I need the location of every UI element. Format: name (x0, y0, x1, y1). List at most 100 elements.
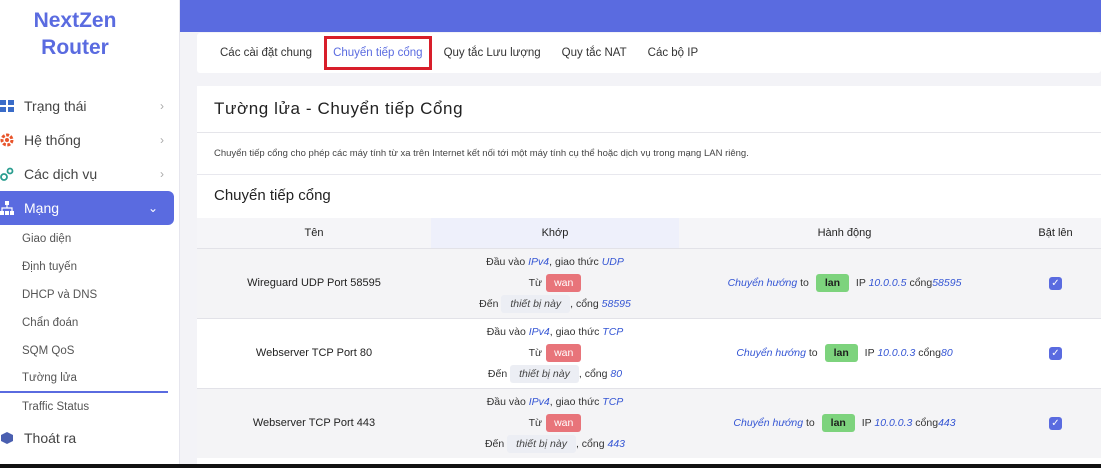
header-enable: Bật lên (1010, 218, 1101, 248)
label-from: Từ (528, 346, 543, 359)
dest-port-value: 80 (940, 347, 953, 359)
gear-icon (0, 133, 18, 147)
external-port-value: 58595 (601, 297, 631, 310)
label-incoming: Đầu vào (486, 255, 526, 268)
label-redirect: Chuyển hướng (727, 277, 798, 289)
nav-item-system[interactable]: Hệ thống › (0, 123, 180, 157)
network-submenu: Giao diện Định tuyến DHCP và DNS Chẩn đo… (0, 225, 180, 421)
destination-badge: thiết bị này (510, 364, 579, 383)
page-description: Chuyển tiếp cổng cho phép các máy tính t… (214, 148, 749, 159)
nav-label-services: Các dịch vụ (24, 166, 98, 182)
dest-port-value: 58595 (932, 277, 962, 289)
rule-enable: ✓ (1010, 317, 1101, 388)
nav-item-logout[interactable]: Thoát ra (0, 421, 180, 455)
chevron-right-icon: › (160, 133, 164, 147)
header-action: Hành động (679, 218, 1010, 248)
port-forwards-section: Chuyển tiếp cổng Tên Khớp Hành động Bật … (197, 174, 1101, 468)
rule-enable: ✓ (1010, 247, 1101, 318)
rule-enable: ✓ (1010, 387, 1101, 458)
submenu-dhcp-dns[interactable]: DHCP và DNS (0, 281, 180, 309)
label-to: Đến (484, 437, 505, 450)
label-protocol: , giao thức (549, 255, 599, 268)
main-nav: Trạng thái › Hệ thống › Các dịch vụ › Mạ… (0, 89, 180, 455)
brand-logo: NextZen Router (0, 0, 150, 61)
port-forwards-table: Tên Khớp Hành động Bật lên Wireguard UDP… (197, 218, 1101, 458)
divider (197, 132, 1101, 133)
rule-match: Đầu vào IPv4, giao thức UDP Từ wan Đến th… (431, 247, 679, 318)
label-redirect: Chuyển hướng (736, 347, 806, 359)
label-to-word: to (808, 347, 818, 359)
nav-item-services[interactable]: Các dịch vụ › (0, 157, 180, 191)
protocol-value: UDP (601, 255, 624, 268)
bottom-edge (0, 464, 1101, 468)
rule-action: Chuyển hướng to lan IP 10.0.0.5 cổng5859… (679, 247, 1010, 318)
label-ip: IP (855, 277, 866, 289)
label-port-word: cổng (909, 277, 933, 289)
dest-zone-badge: lan (824, 344, 858, 362)
submenu-firewall[interactable]: Tường lửa (0, 365, 168, 393)
source-zone-badge: wan (546, 413, 582, 432)
submenu-interfaces[interactable]: Giao diện (0, 225, 180, 253)
label-ip: IP (864, 347, 875, 359)
dest-zone-badge: lan (821, 414, 855, 433)
destination-badge: thiết bị này (501, 294, 571, 313)
nav-item-status[interactable]: Trạng thái › (0, 89, 180, 123)
chevron-down-icon: ⌄ (147, 201, 158, 215)
label-from: Từ (528, 416, 543, 429)
nav-item-network[interactable]: Mạng ⌄ (0, 191, 174, 225)
dest-zone-badge: lan (815, 274, 849, 292)
protocol-value: TCP (602, 325, 624, 338)
label-incoming: Đầu vào (486, 395, 526, 408)
tab-port-forwards[interactable]: Chuyển tiếp cổng (324, 36, 432, 70)
nav-label-system: Hệ thống (24, 132, 81, 148)
brand-line2: Router (41, 36, 109, 59)
sidebar: NextZen Router Trạng thái › Hệ thống › C… (0, 0, 180, 468)
rule-match: Đầu vào IPv4, giao thức TCP Từ wan Đến th… (431, 317, 679, 388)
submenu-diagnostics[interactable]: Chẩn đoán (0, 309, 180, 337)
protocol-value: TCP (602, 395, 624, 408)
label-port-word: cổng (918, 347, 941, 359)
label-to-word: to (800, 277, 809, 289)
rule-name: Webserver TCP Port 80 (197, 317, 431, 388)
label-incoming: Đầu vào (486, 325, 526, 338)
chevron-right-icon: › (160, 167, 164, 181)
family-value: IPv4 (528, 325, 550, 338)
destination-badge: thiết bị này (507, 434, 576, 453)
top-bar (180, 0, 1101, 32)
source-zone-badge: wan (546, 343, 582, 362)
enable-checkbox[interactable]: ✓ (1049, 276, 1062, 290)
nav-label-status: Trạng thái (24, 98, 87, 114)
enable-checkbox[interactable]: ✓ (1049, 416, 1062, 430)
header-match: Khớp (431, 218, 679, 248)
submenu-traffic-status[interactable]: Traffic Status (0, 393, 180, 421)
brand-line1: NextZen (33, 9, 117, 32)
tab-bar: Các cài đặt chung Chuyển tiếp cổng Quy t… (197, 33, 1101, 73)
header-name: Tên (197, 218, 431, 248)
rule-action: Chuyển hướng to lan IP 10.0.0.3 cổng80 (679, 317, 1010, 388)
family-value: IPv4 (528, 255, 550, 268)
network-icon (0, 201, 18, 215)
external-port-value: 443 (607, 437, 626, 450)
submenu-sqm-qos[interactable]: SQM QoS (0, 337, 180, 365)
dest-ip-value: 10.0.0.5 (868, 277, 907, 289)
tab-ip-sets[interactable]: Các bộ IP (648, 47, 699, 59)
table-row[interactable]: Webserver TCP Port 80 Đầu vào IPv4, giao… (197, 317, 1101, 388)
rule-name: Webserver TCP Port 443 (197, 387, 431, 458)
dashboard-icon (0, 100, 18, 112)
page-header: Tường lửa - Chuyển tiếp Cổng Chuyển tiếp… (197, 86, 1101, 174)
label-redirect: Chuyển hướng (733, 417, 804, 430)
label-protocol: , giao thức (549, 325, 600, 338)
external-port-value: 80 (610, 367, 623, 380)
label-to-word: to (805, 417, 815, 430)
submenu-routing[interactable]: Định tuyến (0, 253, 180, 281)
table-row[interactable]: Wireguard UDP Port 58595 Đầu vào IPv4, g… (197, 247, 1101, 318)
tab-traffic-rules[interactable]: Quy tắc Lưu lượng (444, 47, 541, 59)
services-icon (0, 167, 18, 181)
dest-ip-value: 10.0.0.3 (877, 347, 916, 359)
family-value: IPv4 (528, 395, 550, 408)
tab-nat-rules[interactable]: Quy tắc NAT (562, 47, 627, 59)
enable-checkbox[interactable]: ✓ (1049, 346, 1062, 360)
tab-general-settings[interactable]: Các cài đặt chung (220, 47, 312, 59)
table-row[interactable]: Webserver TCP Port 443 Đầu vào IPv4, gia… (197, 387, 1101, 458)
label-to: Đến (487, 367, 508, 380)
